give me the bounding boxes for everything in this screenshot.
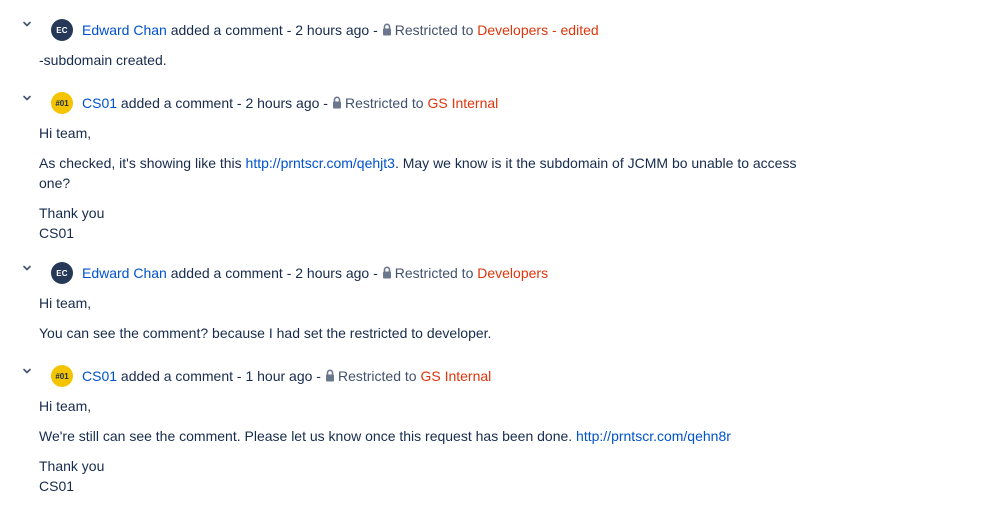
separator: -	[286, 22, 292, 38]
comment-action: added a comment	[170, 22, 283, 38]
author-link[interactable]: CS01	[82, 368, 117, 384]
comment-body: Hi team, As checked, it's showing like t…	[39, 123, 799, 243]
separator: -	[286, 265, 292, 281]
chevron-down-icon[interactable]	[21, 262, 35, 276]
lock-icon	[325, 367, 335, 387]
avatar[interactable]: EC	[51, 19, 73, 41]
comment-timestamp[interactable]: 2 hours ago	[295, 265, 369, 281]
comment-text: Hi team,	[39, 295, 92, 311]
comment-text: Thank you	[39, 205, 105, 221]
chevron-down-icon[interactable]	[21, 92, 35, 106]
author-link[interactable]: CS01	[82, 95, 117, 111]
screenshot-link[interactable]: http://prntscr.com/qehn8r	[576, 428, 731, 444]
comment-text: We're still can see the comment. Please …	[39, 426, 799, 446]
restricted-group: GS Internal	[427, 95, 499, 111]
avatar[interactable]: #01	[51, 365, 73, 387]
avatar[interactable]: EC	[51, 262, 73, 284]
lock-icon	[382, 264, 392, 284]
comment-timestamp[interactable]: 2 hours ago	[245, 95, 319, 111]
comment-body: Hi team, You can see the comment? becaus…	[39, 293, 799, 353]
comment-signature: CS01	[39, 478, 75, 494]
restricted-label: Restricted to	[394, 265, 474, 281]
restricted-label: Restricted to	[344, 95, 424, 111]
comment-text: -subdomain created.	[39, 52, 167, 68]
comment-timestamp[interactable]: 2 hours ago	[295, 22, 369, 38]
edited-label[interactable]: - edited	[552, 22, 599, 38]
chevron-down-icon[interactable]	[21, 365, 35, 379]
comment-header: CS01 added a comment - 2 hours ago - Rest…	[82, 93, 498, 114]
chevron-down-icon[interactable]	[21, 18, 35, 32]
screenshot-link[interactable]: http://prntscr.com/qehjt3	[246, 155, 395, 171]
comment-text-part: one?	[39, 175, 71, 191]
comment-text-part: . May we know is it the subdomain of JCM…	[394, 155, 797, 171]
comment-text: As checked, it's showing like this http:…	[39, 153, 799, 193]
comment-text: Thank you	[39, 458, 105, 474]
restricted-label: Restricted to	[394, 22, 474, 38]
comment-header: Edward Chan added a comment - 2 hours ag…	[82, 263, 548, 284]
separator: -	[373, 265, 378, 281]
author-link[interactable]: Edward Chan	[82, 22, 167, 38]
comment-text: Hi team,	[39, 125, 92, 141]
separator: -	[236, 368, 242, 384]
lock-icon	[382, 21, 392, 41]
avatar[interactable]: #01	[51, 92, 73, 114]
comment-text: You can see the comment? because I had s…	[39, 325, 492, 341]
comment-body: -subdomain created.	[39, 50, 799, 80]
restricted-label: Restricted to	[337, 368, 417, 384]
comment-action: added a comment	[120, 95, 233, 111]
comment-signature: CS01	[39, 225, 75, 241]
separator: -	[316, 368, 321, 384]
separator: -	[373, 22, 378, 38]
restricted-group: GS Internal	[420, 368, 492, 384]
author-link[interactable]: Edward Chan	[82, 265, 167, 281]
separator: -	[236, 95, 242, 111]
separator: -	[323, 95, 328, 111]
comment-text: Hi team,	[39, 398, 92, 414]
lock-icon	[332, 94, 342, 114]
restricted-group: Developers	[477, 265, 549, 281]
comment-text-part: We're still can see the comment. Please …	[39, 428, 577, 444]
comment-header: CS01 added a comment - 1 hour ago - Restr…	[82, 366, 491, 387]
comment-header: Edward Chan added a comment - 2 hours ag…	[82, 20, 599, 41]
comment-action: added a comment	[120, 368, 233, 384]
comment-action: added a comment	[170, 265, 283, 281]
restricted-group: Developers	[477, 22, 549, 38]
comment-timestamp[interactable]: 1 hour ago	[245, 368, 312, 384]
comment-text-part: As checked, it's showing like this	[39, 155, 246, 171]
comment-body: Hi team, We're still can see the comment…	[39, 396, 799, 496]
